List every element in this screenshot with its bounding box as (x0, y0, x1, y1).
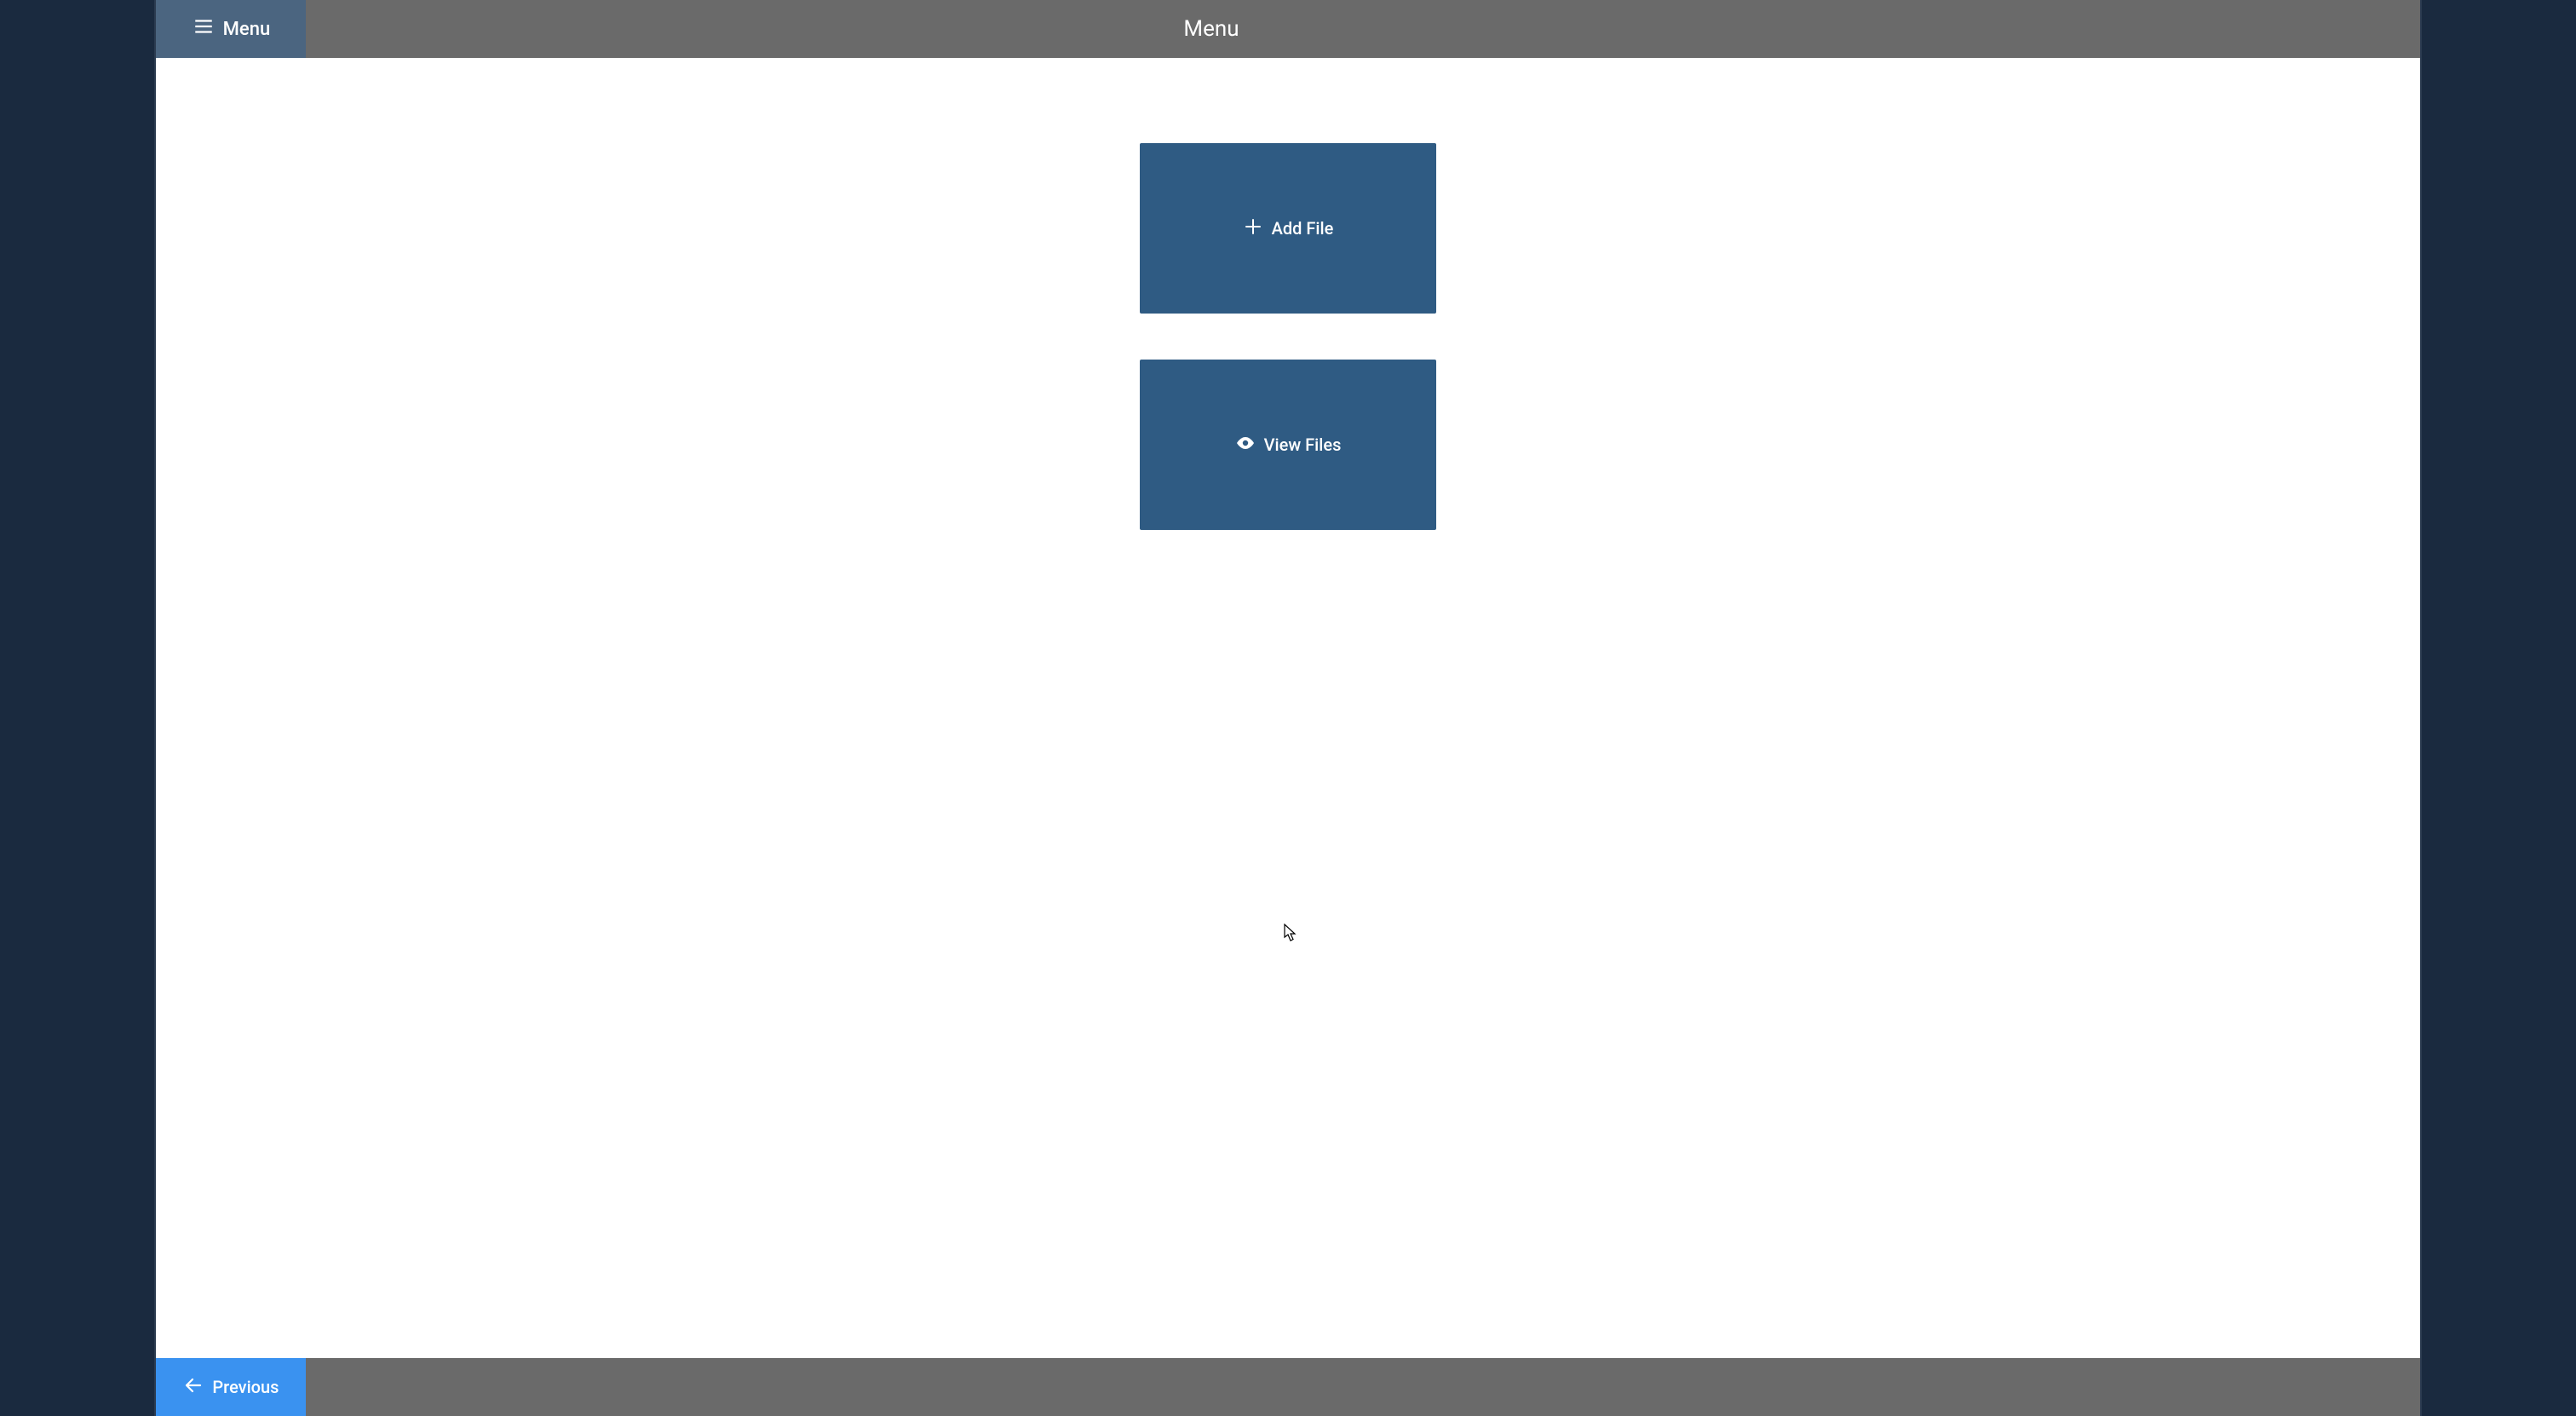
previous-label: Previous (212, 1377, 279, 1397)
hamburger-icon (193, 15, 215, 43)
previous-button[interactable]: Previous (156, 1358, 306, 1416)
topbar: Menu Menu (156, 0, 2419, 58)
eye-icon (1235, 433, 1256, 458)
view-files-button[interactable]: View Files (1140, 360, 1436, 530)
add-file-label: Add File (1272, 218, 1334, 239)
content-area: Add File View Files (156, 58, 2419, 1358)
menu-button[interactable]: Menu (156, 0, 306, 58)
bottombar: Previous (156, 1358, 2419, 1416)
add-file-button[interactable]: Add File (1140, 143, 1436, 314)
menu-button-label: Menu (223, 19, 271, 40)
app-frame: Menu Menu Add File View Files (154, 0, 2421, 1416)
view-files-label: View Files (1264, 435, 1342, 455)
arrow-left-icon (183, 1375, 204, 1400)
page-title: Menu (1183, 16, 1239, 42)
plus-icon (1243, 216, 1263, 241)
